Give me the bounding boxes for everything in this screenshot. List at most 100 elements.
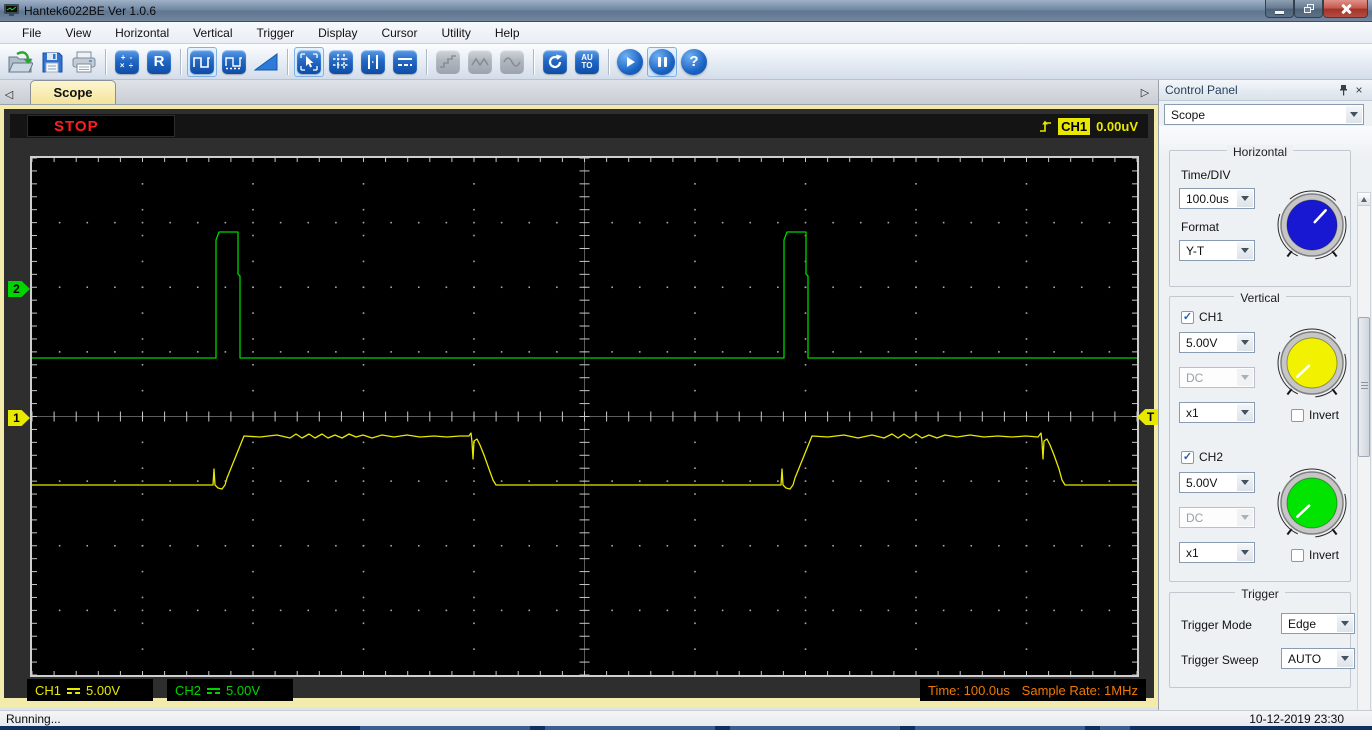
ch2-coupling-select: DC — [1179, 507, 1255, 528]
ch1-position-knob[interactable] — [1272, 323, 1352, 403]
trigger-sweep-select[interactable]: AUTO — [1281, 648, 1355, 669]
panel-close-icon[interactable]: × — [1351, 83, 1367, 98]
ch2-invert-checkbox[interactable]: Invert — [1291, 548, 1339, 562]
time-div-select[interactable]: 100.0us — [1179, 188, 1255, 209]
help-button[interactable]: ? — [679, 47, 709, 77]
trigger-level-value: 0.00uV — [1096, 118, 1138, 134]
pause-icon — [649, 48, 675, 75]
trigger-sweep-value: AUTO — [1288, 651, 1322, 666]
timebase-readout: Time: 100.0us Sample Rate: 1MHz — [920, 679, 1146, 701]
ch2-scale-value: 5.00V — [1186, 475, 1218, 490]
horizontal-cursors-icon — [393, 49, 417, 74]
dc-coupling-icon — [207, 687, 221, 695]
open-button[interactable] — [5, 47, 35, 77]
tab-scroll-left-icon[interactable]: ◁ — [0, 84, 18, 104]
ch2-position-marker[interactable]: 2 — [8, 281, 30, 297]
menu-trigger[interactable]: Trigger — [245, 23, 307, 43]
pause-button[interactable] — [647, 46, 677, 77]
ch1-invert-checkbox[interactable]: Invert — [1291, 408, 1339, 422]
triangle-wave-button — [465, 47, 495, 77]
ch1-readout-label: CH1 — [35, 682, 62, 698]
title-bar: Hantek6022BE Ver 1.0.6 — [0, 0, 1372, 22]
save-button[interactable] — [37, 47, 67, 77]
control-panel-header: Control Panel × — [1159, 80, 1372, 101]
tab-scroll-right-icon[interactable]: ▷ — [1136, 82, 1154, 102]
menu-view[interactable]: View — [53, 23, 103, 43]
format-select[interactable]: Y-T — [1179, 240, 1255, 261]
ch1-scale-value: 5.00V — [1186, 335, 1218, 350]
status-text: Running... — [6, 711, 61, 726]
dropdown-arrow-icon — [1337, 650, 1353, 667]
square-wave-alt-button[interactable] — [219, 47, 249, 77]
menu-display[interactable]: Display — [306, 23, 369, 43]
ch1-scale-select[interactable]: 5.00V — [1179, 332, 1255, 353]
menu-cursor[interactable]: Cursor — [369, 23, 429, 43]
trigger-mode-select[interactable]: Edge — [1281, 613, 1355, 634]
ch1-coupling-value: DC — [1186, 370, 1204, 385]
print-icon — [72, 51, 96, 72]
ch2-readout: CH2 5.00V — [167, 679, 293, 701]
minimize-button[interactable] — [1265, 0, 1294, 18]
panel-vertical-scrollbar[interactable] — [1357, 192, 1371, 730]
square-wave-alt-icon — [222, 49, 246, 74]
datetime-text: 10-12-2019 23:30 — [1249, 711, 1344, 726]
menu-vertical[interactable]: Vertical — [181, 23, 244, 43]
start-button[interactable] — [615, 47, 645, 77]
ch2-probe-select[interactable]: x1 — [1179, 542, 1255, 563]
trigger-level-marker[interactable]: T — [1137, 409, 1159, 425]
format-value: Y-T — [1186, 243, 1205, 258]
checkbox-icon: ✓ — [1181, 310, 1194, 324]
menu-horizontal[interactable]: Horizontal — [103, 23, 181, 43]
scroll-up-icon[interactable] — [1358, 193, 1370, 206]
sine-wave-button — [497, 47, 527, 77]
panel-mode-select[interactable]: Scope — [1164, 104, 1364, 125]
time-div-value: 100.0us — [1186, 191, 1229, 206]
format-label: Format — [1181, 220, 1220, 234]
triangle-wave-icon — [468, 49, 492, 74]
square-wave-button[interactable] — [187, 46, 217, 77]
ch1-probe-select[interactable]: x1 — [1179, 402, 1255, 423]
ch1-checkbox-label: CH1 — [1199, 310, 1224, 324]
menu-utility[interactable]: Utility — [429, 23, 482, 43]
ch1-enable-checkbox[interactable]: ✓ CH1 — [1181, 310, 1223, 324]
panel-mode-value: Scope — [1171, 107, 1206, 122]
application-window: Hantek6022BE Ver 1.0.6 File View Horizon… — [0, 0, 1372, 730]
close-button[interactable] — [1323, 0, 1368, 18]
toolbar: + - × ÷ R AU TO ? — [0, 44, 1372, 80]
ch1-position-marker[interactable]: 1 — [8, 410, 30, 426]
pin-icon[interactable] — [1335, 83, 1351, 98]
menu-file[interactable]: File — [10, 23, 53, 43]
ch2-enable-checkbox[interactable]: ✓ CH2 — [1181, 450, 1223, 464]
refresh-icon — [543, 49, 567, 74]
toolbar-separator — [105, 48, 106, 75]
ch2-coupling-value: DC — [1186, 510, 1204, 525]
ch2-scale-select[interactable]: 5.00V — [1179, 472, 1255, 493]
restore-icon — [1303, 4, 1314, 13]
trigger-group: Trigger — [1169, 587, 1351, 688]
ch2-position-knob[interactable] — [1272, 463, 1352, 543]
grid-icon — [329, 49, 353, 74]
menu-help[interactable]: Help — [483, 23, 532, 43]
print-button[interactable] — [69, 47, 99, 77]
auto-set-button[interactable]: AU TO — [572, 47, 602, 77]
step-wave-button — [433, 47, 463, 77]
ramp-button[interactable] — [251, 47, 281, 77]
vertical-scroll-thumb[interactable] — [1358, 317, 1370, 457]
restore-button[interactable] — [1294, 0, 1323, 18]
timebase-knob[interactable] — [1272, 185, 1352, 265]
horizontal-cursors-button[interactable] — [390, 47, 420, 77]
waveform-plot[interactable] — [30, 156, 1139, 677]
select-cursor-button[interactable] — [294, 46, 324, 77]
grid-button[interactable] — [326, 47, 356, 77]
math-button[interactable]: + - × ÷ — [112, 47, 142, 77]
refresh-button[interactable] — [540, 47, 570, 77]
scope-bottom-bar: CH1 5.00V CH2 5.00V Time: 100.0us Sample… — [10, 679, 1148, 701]
reference-button[interactable]: R — [144, 47, 174, 77]
dropdown-arrow-icon — [1237, 509, 1253, 526]
trigger-mode-label: Trigger Mode — [1181, 618, 1252, 632]
taskbar-edge — [0, 726, 1372, 730]
toolbar-separator — [287, 48, 288, 75]
vertical-cursors-button[interactable] — [358, 47, 388, 77]
tab-scope[interactable]: Scope — [30, 80, 116, 104]
window-title: Hantek6022BE Ver 1.0.6 — [24, 3, 157, 18]
